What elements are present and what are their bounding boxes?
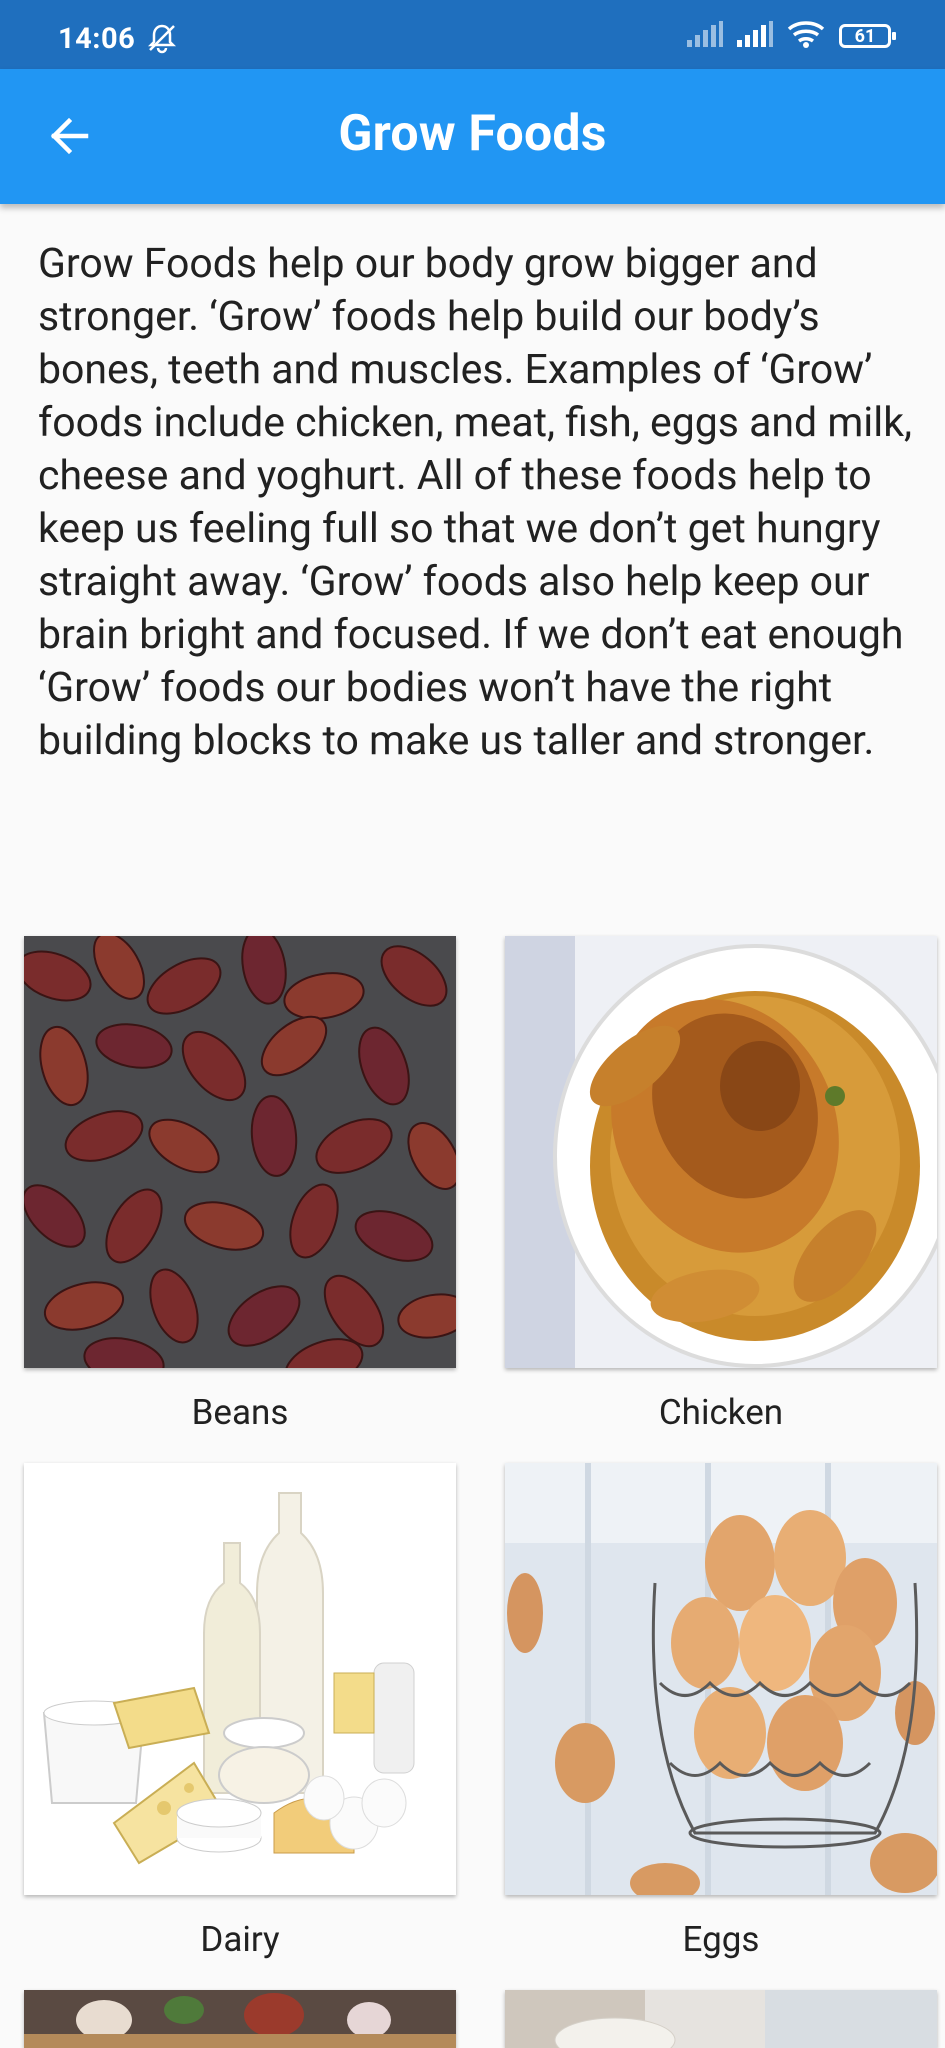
food-tile-beans[interactable] [24, 936, 456, 1368]
food-label-eggs: Eggs [682, 1919, 760, 1960]
notifications-muted-icon [146, 22, 178, 54]
food-tile-milk-partial[interactable] [505, 1990, 937, 2048]
food-label-dairy: Dairy [200, 1919, 280, 1960]
chicken-image [505, 936, 937, 1368]
battery-level: 61 [854, 25, 876, 47]
milk-image [505, 1990, 937, 2048]
battery-icon: 61 [839, 24, 896, 48]
signal-1-icon [687, 21, 723, 51]
description-text: Grow Foods help our body grow bigger and… [38, 240, 913, 765]
signal-2-icon [737, 21, 773, 51]
app-bar: Grow Foods [0, 69, 945, 204]
meat-image [24, 1990, 456, 2048]
wifi-icon [787, 20, 825, 52]
beans-image [24, 936, 456, 1368]
food-label-beans: Beans [191, 1392, 289, 1433]
food-tile-meat-partial[interactable] [24, 1990, 456, 2048]
status-bar: 14:06 61 [0, 0, 945, 69]
dairy-image [24, 1463, 456, 1895]
food-tile-eggs[interactable] [505, 1463, 937, 1895]
food-label-chicken: Chicken [658, 1392, 784, 1433]
food-tile-chicken[interactable] [505, 936, 937, 1368]
food-tile-dairy[interactable] [24, 1463, 456, 1895]
status-indicators: 61 [687, 20, 896, 52]
page-title: Grow Foods [338, 105, 607, 163]
status-time: 14:06 [58, 22, 136, 56]
eggs-image [505, 1463, 937, 1895]
